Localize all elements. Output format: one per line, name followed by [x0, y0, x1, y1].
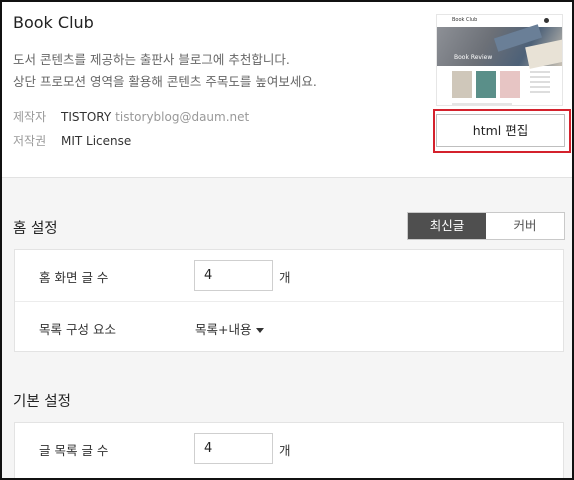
- skin-thumbnail: Book Club Book Review: [436, 14, 563, 106]
- thumbnail-line: [530, 86, 550, 88]
- author-email: tistoryblog@daum.net: [115, 110, 250, 124]
- thumbnail-line: [530, 91, 550, 93]
- html-edit-button[interactable]: html 편집: [436, 114, 565, 147]
- thumbnail-hero: Book Review: [437, 24, 562, 69]
- skin-description-line: 도서 콘텐츠를 제공하는 출판사 블로그에 추천합니다.: [13, 52, 290, 67]
- license-label: 저작권: [13, 134, 47, 148]
- list-composition-value: 목록+내용: [195, 322, 252, 337]
- thumbnail-logo: Book Club: [452, 17, 478, 23]
- thumbnail-hero-text: Book Review: [454, 54, 493, 61]
- caret-down-icon: [256, 328, 265, 333]
- thumbnail-header: Book Club: [437, 15, 562, 27]
- basic-settings-panel: 글 목록 글 수 개: [14, 422, 564, 478]
- home-type-toggle: 최신글 커버: [407, 212, 565, 240]
- home-post-count-input[interactable]: [194, 260, 273, 291]
- thumbnail-book-shape: [525, 39, 562, 69]
- home-settings-title: 홈 설정: [13, 221, 58, 237]
- thumbnail-line: [530, 81, 550, 83]
- thumbnail-card: [500, 71, 520, 98]
- thumbnail-card: [452, 71, 472, 98]
- home-post-count-row: 홈 화면 글 수 개: [15, 250, 563, 301]
- tab-latest-posts[interactable]: 최신글: [408, 213, 486, 239]
- skin-settings-window: Book Club 도서 콘텐츠를 제공하는 출판사 블로그에 추천합니다. 상…: [0, 0, 574, 480]
- skin-description-line: 상단 프로모션 영역을 활용해 콘텐츠 주목도를 높여보세요.: [13, 74, 317, 89]
- list-composition-label: 목록 구성 요소: [39, 322, 116, 337]
- thumbnail-sidebar: [530, 71, 550, 96]
- home-settings-panel: 홈 화면 글 수 개 목록 구성 요소 목록+내용: [14, 249, 564, 352]
- tab-cover[interactable]: 커버: [486, 213, 564, 239]
- license-value: MIT License: [61, 134, 132, 148]
- thumbnail-line: [530, 76, 550, 78]
- skin-title: Book Club: [13, 13, 94, 32]
- list-composition-select[interactable]: 목록+내용: [195, 319, 265, 338]
- thumbnail-line: [530, 71, 550, 73]
- author-name: TISTORY: [61, 110, 112, 124]
- basic-settings-title: 기본 설정: [13, 394, 71, 410]
- list-post-count-unit: 개: [279, 443, 291, 458]
- author-row: 제작자 TISTORY tistoryblog@daum.net: [13, 108, 249, 125]
- list-post-count-input[interactable]: [194, 433, 273, 464]
- skin-info-card: Book Club 도서 콘텐츠를 제공하는 출판사 블로그에 추천합니다. 상…: [2, 2, 572, 178]
- thumbnail-search-icon: [544, 18, 549, 23]
- list-composition-row: 목록 구성 요소 목록+내용: [15, 301, 563, 352]
- skin-description: 도서 콘텐츠를 제공하는 출판사 블로그에 추천합니다. 상단 프로모션 영역을…: [13, 49, 317, 93]
- list-post-count-row: 글 목록 글 수 개: [15, 423, 563, 474]
- author-label: 제작자: [13, 110, 47, 124]
- license-row: 저작권 MIT License: [13, 132, 131, 149]
- thumbnail-card: [476, 71, 496, 98]
- home-post-count-unit: 개: [279, 270, 291, 285]
- home-post-count-label: 홈 화면 글 수: [39, 270, 109, 285]
- list-post-count-label: 글 목록 글 수: [39, 443, 109, 458]
- thumbnail-footer: [452, 103, 512, 105]
